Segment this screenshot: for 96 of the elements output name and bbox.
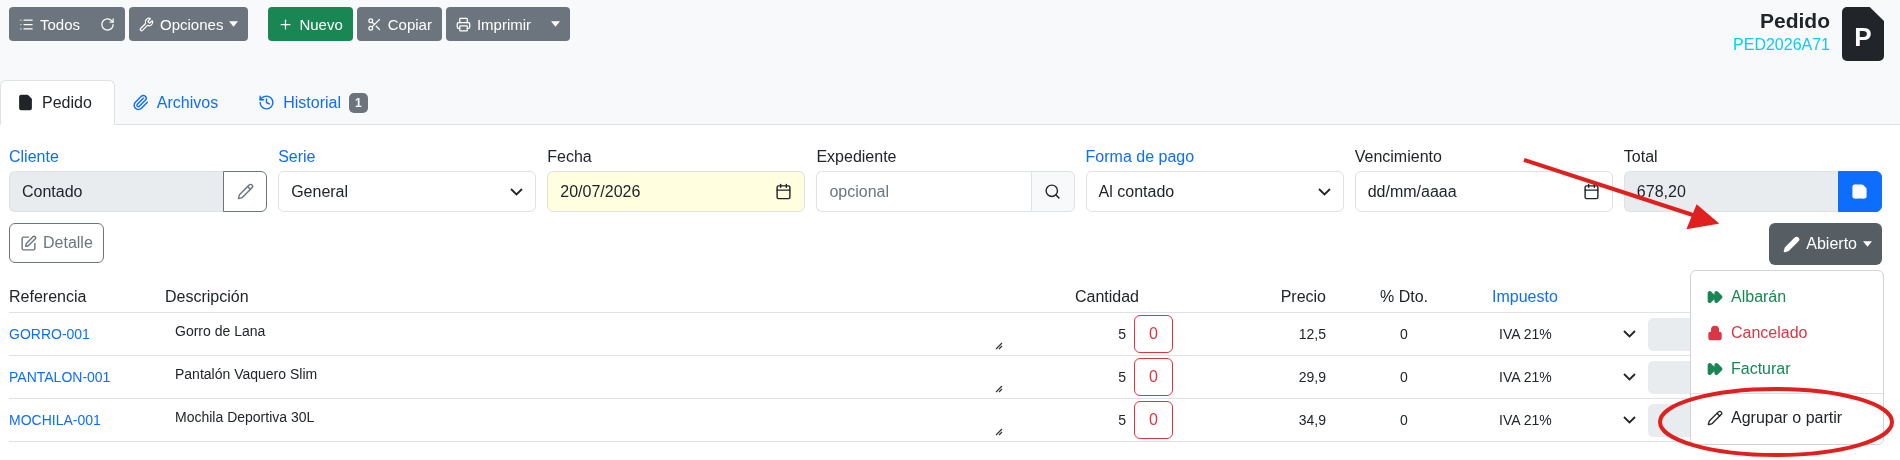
price-text: 29,9	[1298, 369, 1326, 385]
calendar-icon	[1582, 183, 1600, 200]
tab[interactable]: Archivos	[114, 80, 242, 125]
chevron-down-icon	[1623, 416, 1636, 424]
reference-link[interactable]: PANTALON-001	[9, 369, 111, 385]
pencil-icon	[1783, 235, 1801, 253]
edit-button[interactable]	[223, 171, 268, 212]
status-button[interactable]: Abierto	[1769, 223, 1882, 265]
scissors-icon	[366, 16, 382, 32]
pencil-icon	[236, 183, 254, 200]
column-header: Precio	[1179, 282, 1339, 313]
quantity-text: 5	[1118, 326, 1126, 342]
discount-text: 0	[1400, 369, 1408, 385]
chevron-down-icon	[510, 187, 524, 196]
detail-button[interactable]: Detalle	[9, 223, 104, 263]
calendar-icon	[775, 183, 793, 200]
search-icon	[1044, 183, 1062, 200]
save-icon	[1851, 183, 1869, 200]
lock-icon	[1707, 325, 1723, 341]
plus-icon	[278, 16, 294, 32]
count-badge: 1	[349, 92, 368, 113]
pencil-icon	[1707, 410, 1723, 426]
total-field[interactable]: 678,20	[1623, 171, 1838, 212]
menu-item[interactable]: Albarán	[1691, 279, 1883, 315]
field-label: Total	[1623, 147, 1659, 167]
refresh-icon	[100, 16, 116, 32]
served-field[interactable]: 0	[1134, 358, 1173, 396]
served-field[interactable]: 0	[1134, 401, 1173, 439]
history-icon	[258, 94, 276, 111]
resize-handle-icon[interactable]	[995, 428, 1003, 436]
document-badge: P	[1842, 7, 1884, 61]
field-label: Expediente	[816, 147, 898, 167]
caret-icon	[1863, 241, 1872, 247]
column-header-link[interactable]: Impuesto	[1469, 282, 1648, 313]
fast-forward-icon	[1707, 289, 1723, 305]
price-text: 12,5	[1298, 326, 1326, 342]
menu-item[interactable]: Facturar	[1691, 351, 1883, 387]
description-field[interactable]: Pantalón Vaquero Slim	[165, 356, 1009, 399]
toolbar-button[interactable]: Todos	[9, 7, 91, 41]
date-field[interactable]: 20/07/2026	[547, 171, 806, 212]
client-field[interactable]: Contado	[9, 171, 224, 212]
served-field[interactable]: 0	[1134, 315, 1173, 353]
field-label-link[interactable]: Forma de pago	[1085, 147, 1344, 167]
menu-item[interactable]: Cancelado	[1691, 315, 1883, 351]
discount-text: 0	[1400, 326, 1408, 342]
edit-icon	[20, 234, 37, 252]
discount-text: 0	[1400, 412, 1408, 428]
description-field[interactable]: Mochila Deportiva 30L	[165, 399, 1009, 442]
tax-select[interactable]: IVA 21%	[1469, 399, 1648, 442]
toolbar-button[interactable]: Imprimir	[445, 7, 542, 41]
resize-handle-icon[interactable]	[995, 385, 1003, 393]
file-icon	[17, 94, 34, 111]
chevron-down-icon	[1317, 187, 1331, 196]
tab[interactable]: Pedido	[0, 80, 115, 125]
search-button[interactable]	[1030, 171, 1075, 212]
column-header: Descripción	[165, 282, 1009, 313]
refresh-button[interactable]	[90, 7, 126, 41]
reference-link[interactable]: MOCHILA-001	[9, 412, 101, 428]
chevron-down-icon	[1623, 373, 1636, 381]
field-label: Fecha	[547, 147, 593, 167]
dropdown-toggle[interactable]	[541, 7, 571, 41]
printer-icon	[455, 16, 471, 32]
list-icon	[19, 16, 34, 32]
toolbar-button[interactable]: Copiar	[356, 7, 442, 41]
field-label-link[interactable]: Cliente	[9, 147, 268, 167]
select-field[interactable]: General	[278, 171, 537, 212]
tab-label: Pedido	[42, 93, 92, 112]
document-code: PED2026A71	[1733, 36, 1830, 54]
reference-link[interactable]: GORRO-001	[9, 326, 90, 342]
description-field[interactable]: Gorro de Lana	[165, 313, 1009, 356]
tax-select[interactable]: IVA 21%	[1469, 356, 1648, 399]
date-field[interactable]: dd/mm/aaaa	[1354, 171, 1613, 212]
chevron-down-icon	[1623, 330, 1636, 338]
tab-label: Archivos	[156, 93, 219, 112]
column-header: Referencia	[9, 282, 165, 313]
toolbar-button[interactable]: Opciones	[129, 7, 249, 41]
column-header: % Dto.	[1339, 282, 1469, 313]
field-label-link[interactable]: Serie	[278, 147, 537, 167]
tab[interactable]: Historial 1	[241, 80, 391, 125]
save-button[interactable]	[1838, 171, 1882, 212]
tab-label: Historial	[283, 93, 341, 112]
document-title: Pedido	[1760, 9, 1830, 33]
fast-forward-icon	[1707, 361, 1723, 377]
paperclip-icon	[131, 94, 149, 111]
select-field[interactable]: Al contado	[1085, 171, 1344, 212]
toolbar-button[interactable]: Nuevo	[268, 7, 353, 41]
quantity-text: 5	[1118, 369, 1126, 385]
tax-select[interactable]: IVA 21%	[1469, 313, 1648, 356]
menu-item[interactable]: Agrupar o partir	[1691, 400, 1883, 436]
wrench-icon	[139, 16, 155, 32]
price-text: 34,9	[1298, 412, 1326, 428]
resize-handle-icon[interactable]	[995, 342, 1003, 350]
column-header: Cantidad	[1009, 282, 1179, 313]
quantity-text: 5	[1118, 412, 1126, 428]
search-field[interactable]: opcional	[816, 171, 1031, 212]
field-label: Vencimiento	[1354, 147, 1443, 167]
